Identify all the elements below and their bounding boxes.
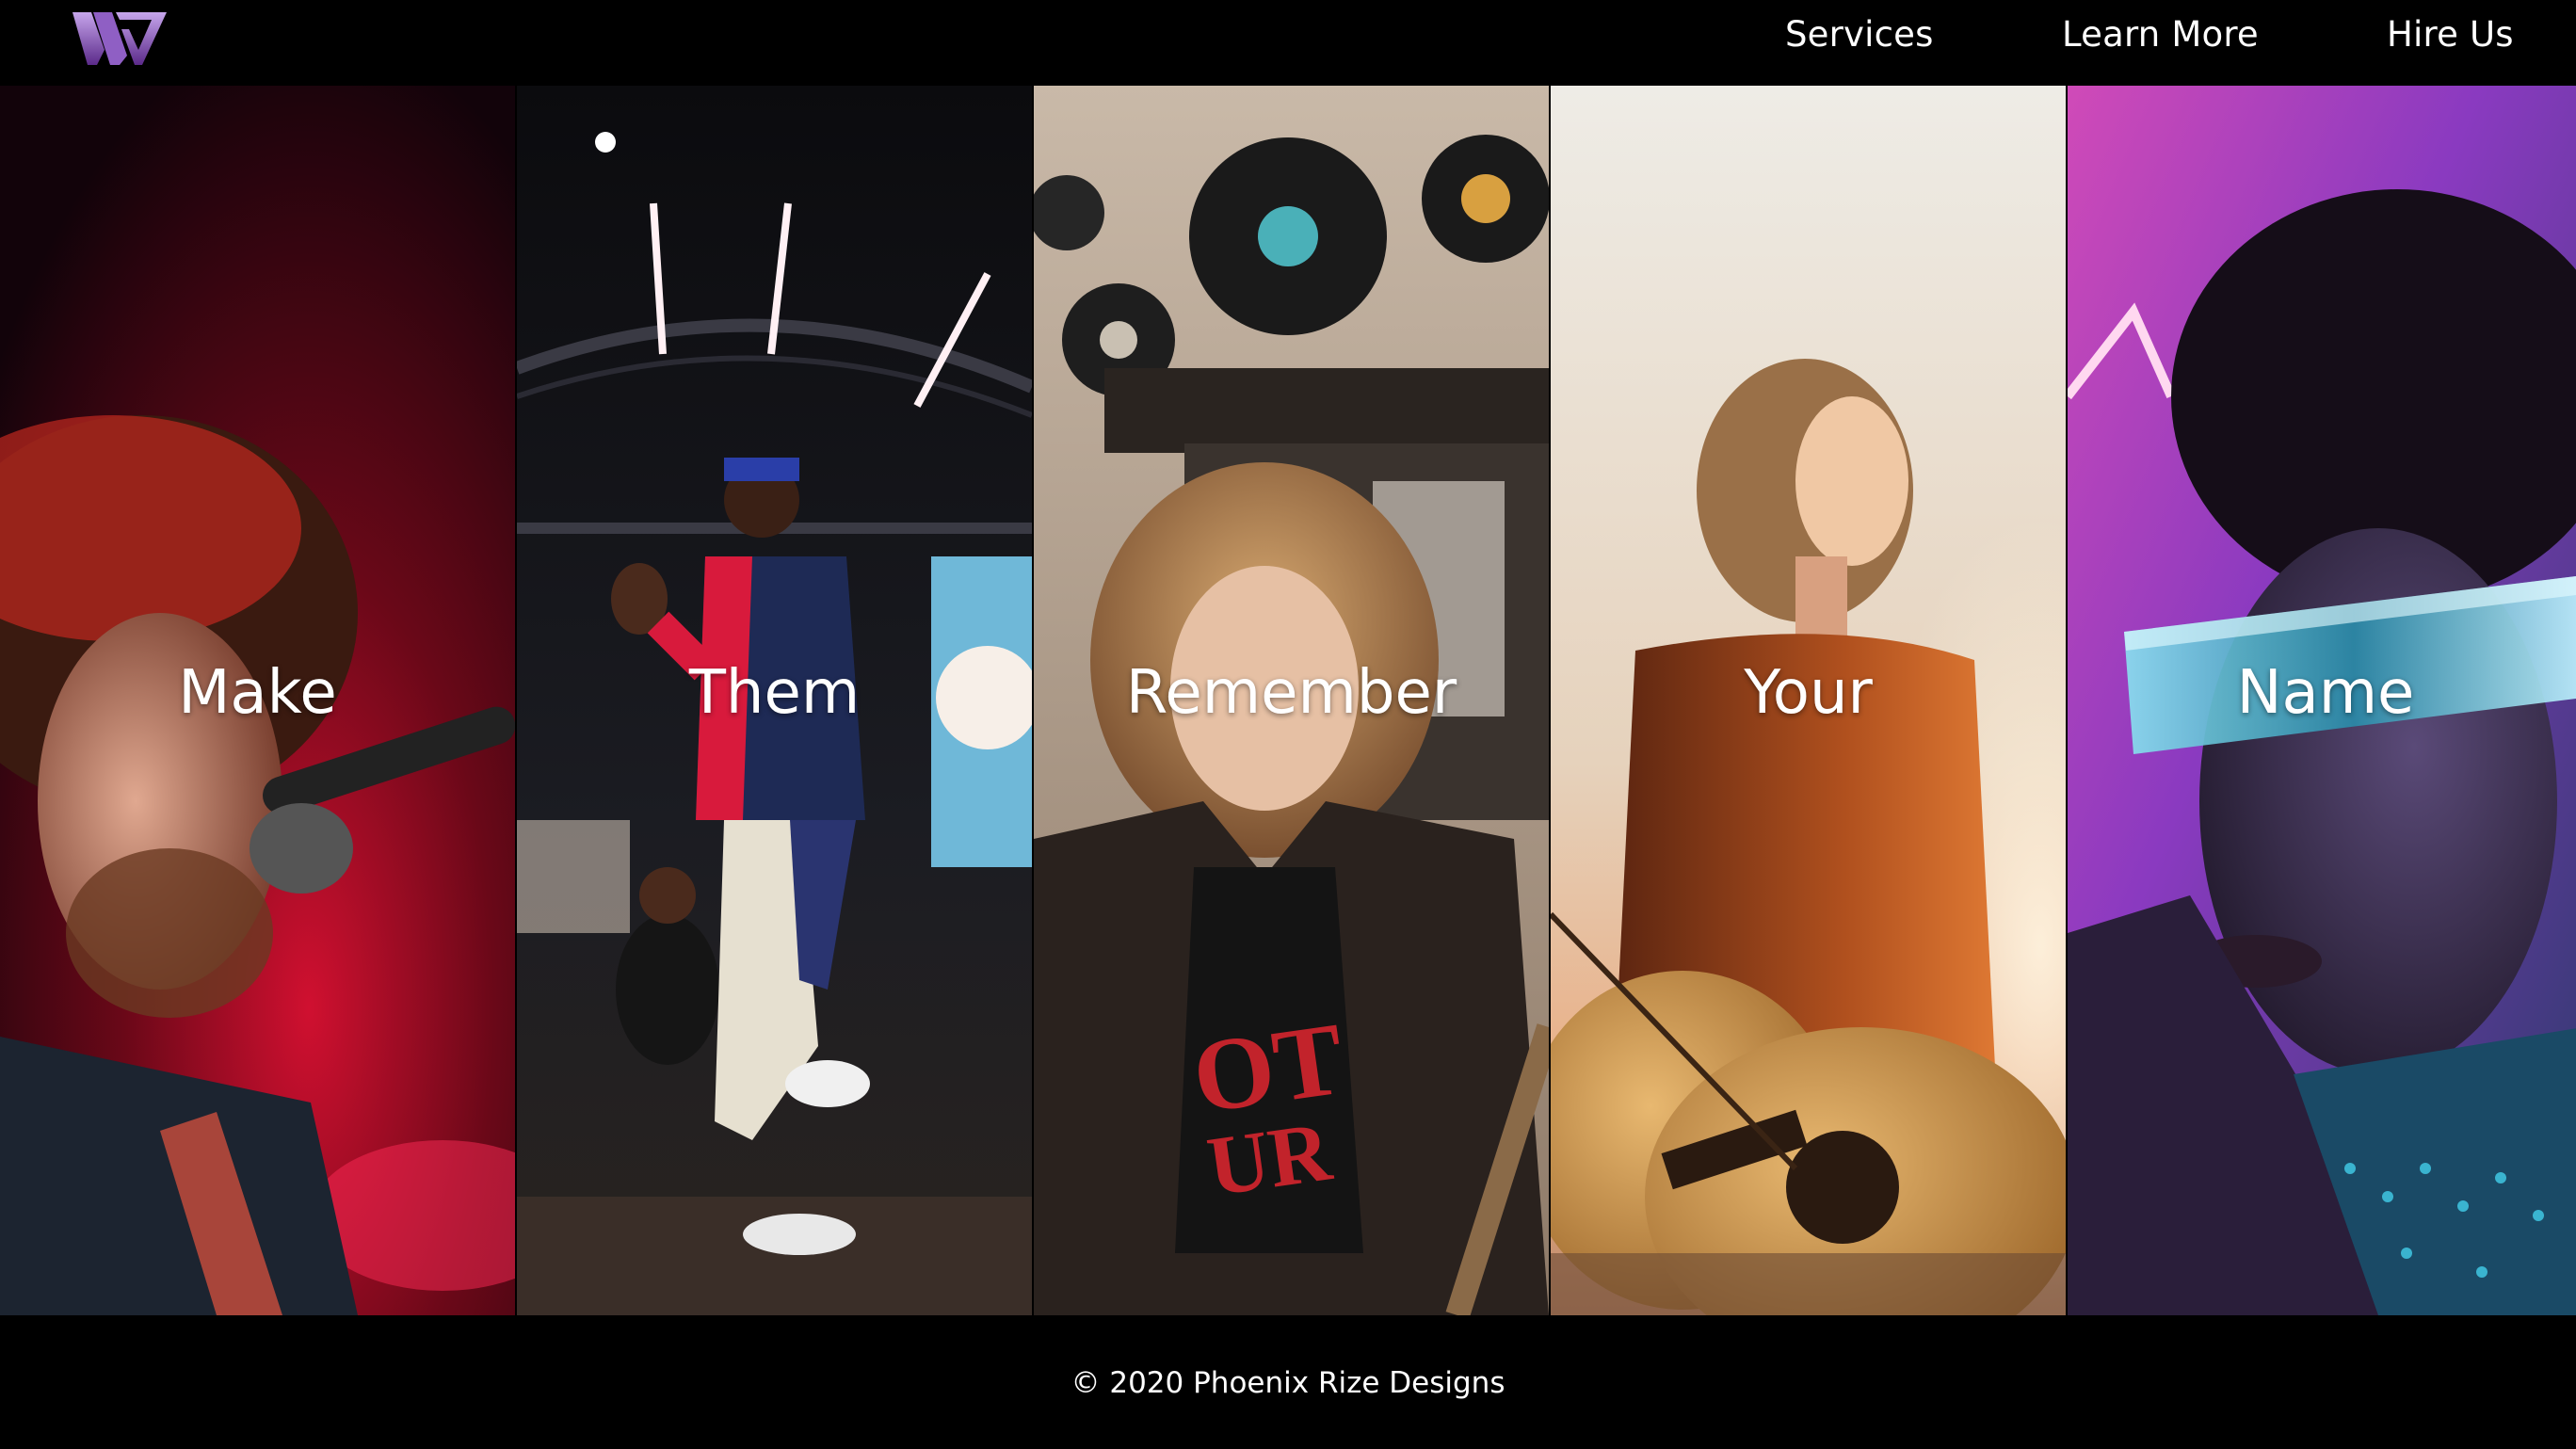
- nav-services-link[interactable]: Services: [1785, 12, 1934, 57]
- panel-remember[interactable]: OT UR Remember: [1032, 86, 1549, 1315]
- site-header: Services Learn More Hire Us: [0, 0, 2576, 86]
- nav-learn-more-link[interactable]: Learn More: [2062, 12, 2259, 57]
- svg-text:UR: UR: [1202, 1104, 1337, 1214]
- panel-them[interactable]: Them: [515, 86, 1032, 1315]
- panel-make[interactable]: Make: [0, 86, 515, 1315]
- main-nav: Services Learn More Hire Us: [0, 0, 2576, 71]
- panel-word-your: Your: [1744, 658, 1873, 728]
- panel-your[interactable]: Your: [1549, 86, 2066, 1315]
- hero-panels: Make Them OT UR Remember Your Name: [0, 86, 2576, 1315]
- nav-hire-us-link[interactable]: Hire Us: [2387, 12, 2514, 57]
- panel-word-name: Name: [2236, 658, 2415, 728]
- panel-word-remember: Remember: [1125, 658, 1457, 728]
- landing-page: Services Learn More Hire Us Make Them OT…: [0, 0, 2576, 1449]
- panel-name[interactable]: Name: [2066, 86, 2576, 1315]
- panel-word-make: Make: [178, 658, 337, 728]
- site-footer: © 2020 Phoenix Rize Designs: [0, 1315, 2576, 1449]
- panel-word-them: Them: [688, 658, 861, 728]
- copyright-text: © 2020 Phoenix Rize Designs: [1071, 1366, 1505, 1400]
